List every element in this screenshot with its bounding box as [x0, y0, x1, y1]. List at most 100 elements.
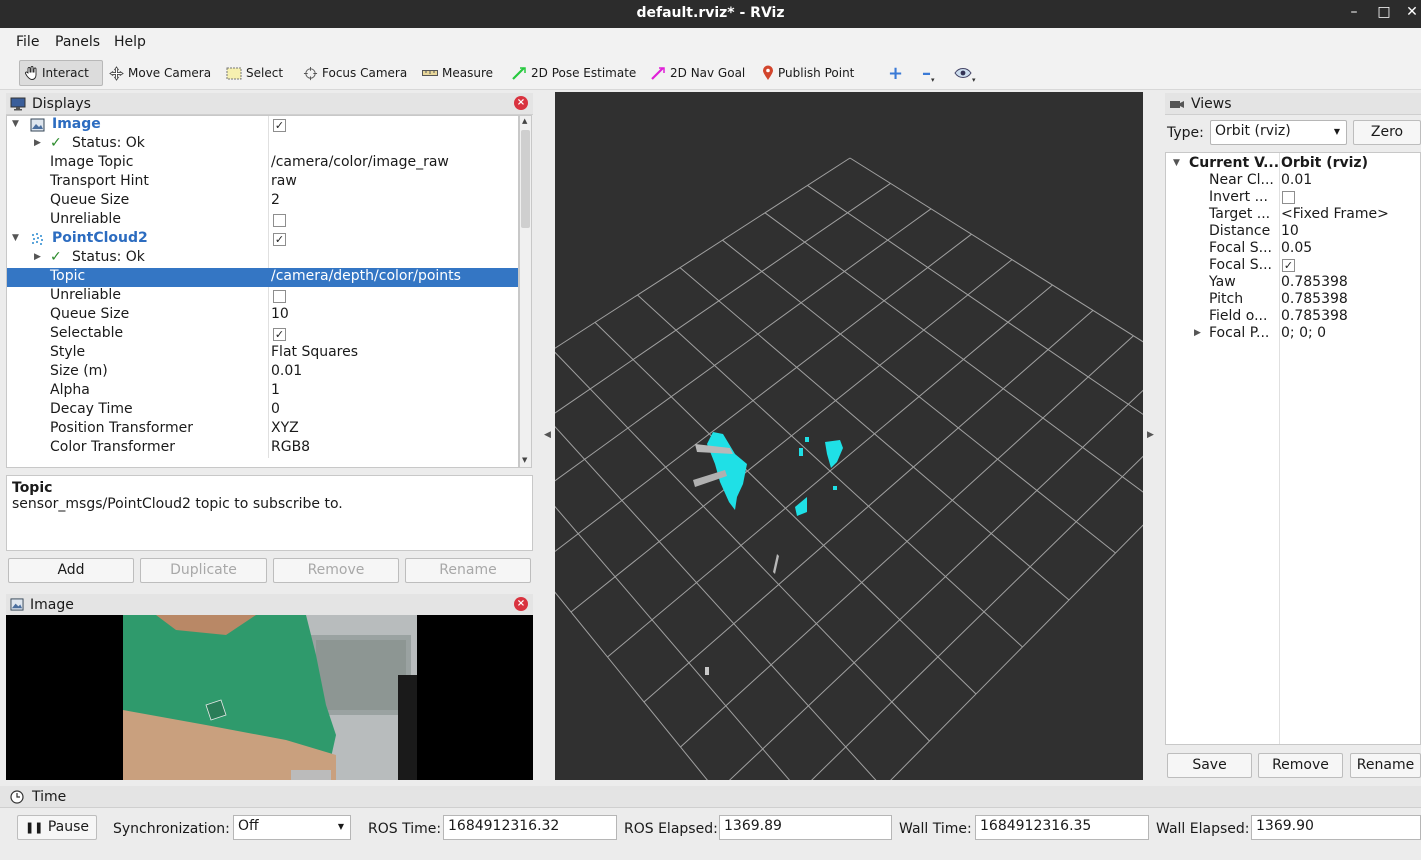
prop-value[interactable]: 1: [271, 382, 280, 398]
save-view-button[interactable]: Save: [1167, 753, 1252, 778]
rename-view-button[interactable]: Rename: [1350, 753, 1421, 778]
pose-estimate-tool[interactable]: 2D Pose Estimate: [507, 60, 640, 86]
view-prop-value[interactable]: 0; 0; 0: [1281, 325, 1326, 341]
image-status-row[interactable]: ▶ ✓ Status: Ok: [7, 135, 518, 154]
prop-value[interactable]: XYZ: [271, 420, 299, 436]
move-camera-tool[interactable]: Move Camera: [105, 60, 215, 86]
view-prop-row[interactable]: Target ... <Fixed Frame>: [1166, 206, 1420, 223]
display-pointcloud-row[interactable]: ▼ PointCloud2 ✓: [7, 230, 518, 249]
view-prop-row[interactable]: Distance 10: [1166, 223, 1420, 240]
scroll-up-icon[interactable]: ▲: [522, 117, 527, 125]
menu-panels[interactable]: Panels: [55, 34, 100, 50]
prop-row[interactable]: Position Transformer XYZ: [7, 420, 518, 439]
interact-tool[interactable]: Interact: [19, 60, 103, 86]
expand-arrow-icon[interactable]: ▶: [34, 138, 41, 148]
pointcloud-status-row[interactable]: ▶ ✓ Status: Ok: [7, 249, 518, 268]
measure-tool[interactable]: Measure: [418, 60, 497, 86]
remove-tool-minus-icon[interactable]: – ▾: [918, 60, 939, 86]
prop-value[interactable]: RGB8: [271, 439, 310, 455]
view-prop-value[interactable]: <Fixed Frame>: [1281, 206, 1389, 222]
topic-row-selected[interactable]: Topic /camera/depth/color/points: [7, 268, 518, 287]
prop-value[interactable]: Flat Squares: [271, 344, 358, 360]
prop-value[interactable]: raw: [271, 173, 297, 189]
unreliable-checkbox[interactable]: [273, 214, 286, 227]
ros-elapsed-field[interactable]: 1369.89: [719, 815, 892, 840]
view-prop-row[interactable]: Focal S... 0.05: [1166, 240, 1420, 257]
prop-row[interactable]: Color Transformer RGB8: [7, 439, 518, 458]
prop-row[interactable]: Queue Size 10: [7, 306, 518, 325]
prop-value[interactable]: /camera/color/image_raw: [271, 154, 449, 170]
display-image-row[interactable]: ▼ Image ✓: [7, 116, 518, 135]
wall-elapsed-field[interactable]: 1369.90: [1251, 815, 1421, 840]
view-type-dropdown[interactable]: Orbit (rviz) ▼: [1210, 120, 1347, 145]
view-prop-value[interactable]: 0.05: [1281, 240, 1312, 256]
prop-row[interactable]: Size (m) 0.01: [7, 363, 518, 382]
collapse-arrow-icon[interactable]: ▼: [12, 233, 19, 243]
tool-properties-eye-icon[interactable]: ▾: [950, 60, 980, 86]
sync-dropdown[interactable]: Off ▼: [233, 815, 351, 840]
selectable-checkbox[interactable]: ✓: [273, 328, 286, 341]
view-prop-value[interactable]: 0.785398: [1281, 291, 1348, 307]
view-prop-row[interactable]: ▶ Focal P... 0; 0; 0: [1166, 325, 1420, 342]
expand-arrow-icon[interactable]: ▶: [1194, 328, 1201, 338]
focus-camera-tool[interactable]: Focus Camera: [299, 60, 411, 86]
close-window-button[interactable]: ✕: [1402, 4, 1421, 20]
view-prop-row[interactable]: Invert ...: [1166, 189, 1420, 206]
collapse-arrow-icon[interactable]: ▼: [1173, 158, 1180, 168]
close-displays-icon[interactable]: ×: [514, 96, 528, 110]
zero-view-button[interactable]: Zero: [1353, 120, 1421, 145]
collapse-arrow-icon[interactable]: ▼: [12, 119, 19, 129]
view-prop-row[interactable]: Pitch 0.785398: [1166, 291, 1420, 308]
add-display-button[interactable]: Add: [8, 558, 134, 583]
current-view-row[interactable]: ▼ Current V... Orbit (rviz): [1166, 155, 1420, 172]
prop-value[interactable]: /camera/depth/color/points: [271, 268, 461, 284]
prop-row[interactable]: Style Flat Squares: [7, 344, 518, 363]
collapse-right-panel-icon[interactable]: ▶: [1147, 430, 1154, 440]
publish-point-tool[interactable]: Publish Point: [758, 60, 858, 86]
view-prop-value[interactable]: 0.785398: [1281, 308, 1348, 324]
pause-button[interactable]: ❚❚ Pause: [17, 815, 97, 840]
prop-row[interactable]: Decay Time 0: [7, 401, 518, 420]
prop-row[interactable]: Unreliable: [7, 211, 518, 230]
prop-row[interactable]: Image Topic /camera/color/image_raw: [7, 154, 518, 173]
minimize-button[interactable]: –: [1344, 4, 1364, 20]
view-prop-value[interactable]: 10: [1281, 223, 1299, 239]
unreliable-checkbox[interactable]: [273, 290, 286, 303]
ros-time-field[interactable]: 1684912316.32: [443, 815, 617, 840]
view-prop-row[interactable]: Yaw 0.785398: [1166, 274, 1420, 291]
prop-row[interactable]: Alpha 1: [7, 382, 518, 401]
prop-row[interactable]: Queue Size 2: [7, 192, 518, 211]
view-prop-row[interactable]: Near Cl... 0.01: [1166, 172, 1420, 189]
prop-value[interactable]: 0: [271, 401, 280, 417]
view-prop-value[interactable]: 0.01: [1281, 172, 1312, 188]
focal-shape-checkbox[interactable]: ✓: [1282, 259, 1295, 272]
select-tool[interactable]: Select: [222, 60, 287, 86]
prop-row[interactable]: Transport Hint raw: [7, 173, 518, 192]
prop-row[interactable]: Selectable ✓: [7, 325, 518, 344]
menu-help[interactable]: Help: [114, 34, 146, 50]
collapse-left-panel-icon[interactable]: ◀: [544, 430, 551, 440]
image-enabled-checkbox[interactable]: ✓: [273, 119, 286, 132]
prop-row[interactable]: Unreliable: [7, 287, 518, 306]
menu-file[interactable]: File: [16, 34, 39, 50]
view-prop-value[interactable]: 0.785398: [1281, 274, 1348, 290]
add-tool-plus-icon[interactable]: +: [884, 60, 907, 86]
remove-view-button[interactable]: Remove: [1258, 753, 1343, 778]
remove-display-button[interactable]: Remove: [273, 558, 399, 583]
close-image-panel-icon[interactable]: ×: [514, 597, 528, 611]
expand-arrow-icon[interactable]: ▶: [34, 252, 41, 262]
scroll-down-icon[interactable]: ▼: [522, 456, 527, 464]
maximize-button[interactable]: □: [1374, 4, 1394, 20]
scrollbar-thumb[interactable]: [521, 130, 530, 228]
nav-goal-tool[interactable]: 2D Nav Goal: [646, 60, 749, 86]
prop-value[interactable]: 2: [271, 192, 280, 208]
view-prop-row[interactable]: Focal S... ✓: [1166, 257, 1420, 274]
duplicate-display-button[interactable]: Duplicate: [140, 558, 267, 583]
prop-value[interactable]: 0.01: [271, 363, 302, 379]
rename-display-button[interactable]: Rename: [405, 558, 531, 583]
wall-time-field[interactable]: 1684912316.35: [975, 815, 1149, 840]
pointcloud-enabled-checkbox[interactable]: ✓: [273, 233, 286, 246]
prop-value[interactable]: 10: [271, 306, 289, 322]
view-prop-row[interactable]: Field o... 0.785398: [1166, 308, 1420, 325]
3d-viewport[interactable]: [555, 92, 1143, 780]
